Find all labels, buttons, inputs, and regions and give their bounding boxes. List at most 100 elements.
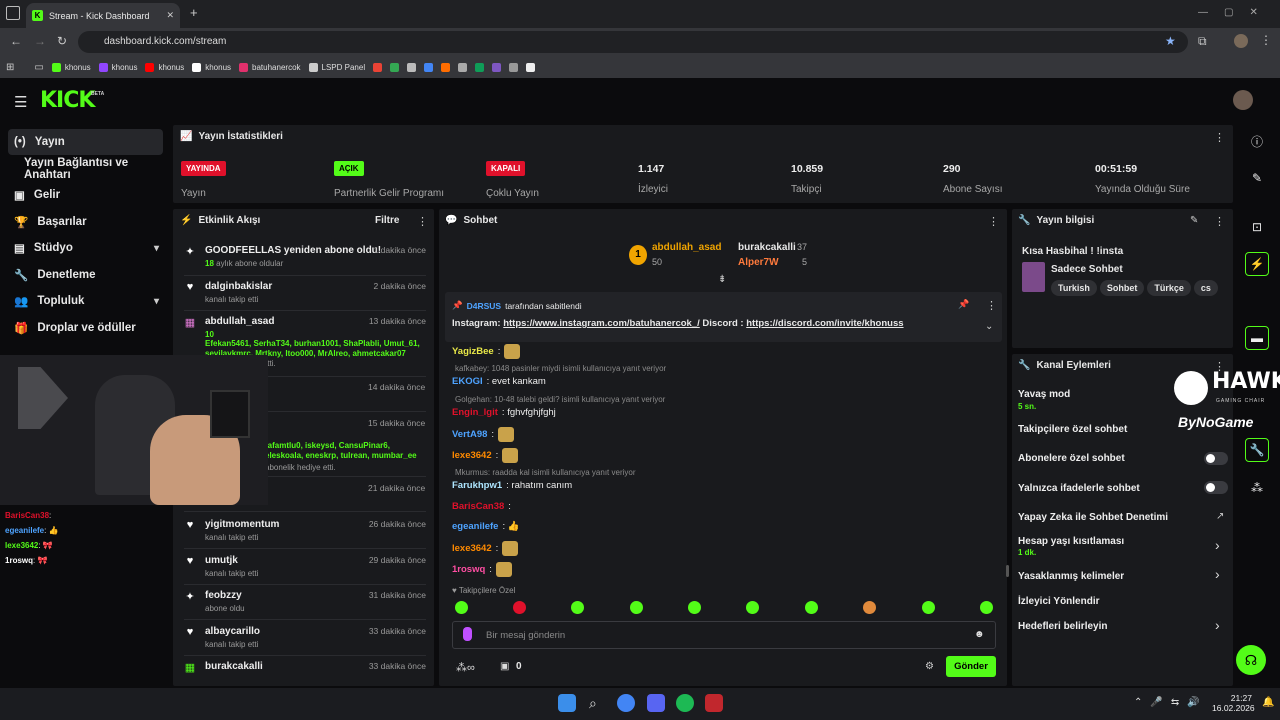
window-controls[interactable]: —▢✕ <box>1198 7 1274 18</box>
wrench-icon[interactable]: 🔧 <box>1245 438 1269 462</box>
close-tab-icon[interactable]: ✕ <box>166 10 174 21</box>
emote-button[interactable] <box>805 601 818 614</box>
subs-only-item[interactable]: Abonelere özel sohbet <box>1018 453 1125 464</box>
browser-menu-icon[interactable]: ⋮ <box>1260 33 1272 47</box>
goals-item[interactable]: Hedefleri belirleyin <box>1018 621 1107 632</box>
sidebar-item-studyo[interactable]: ▤ Stüdyo ▾ <box>8 235 163 261</box>
ext-icon[interactable] <box>458 62 468 72</box>
chevron-right-icon[interactable]: › <box>1215 537 1220 553</box>
bookmark-item[interactable]: batuhanercok <box>239 62 301 72</box>
support-icon[interactable]: ☊ <box>1236 645 1266 675</box>
emote-button[interactable] <box>863 601 876 614</box>
emote-only-toggle[interactable] <box>1204 481 1228 494</box>
followers-only-item[interactable]: Takipçilere özel sohbet <box>1018 424 1127 435</box>
emote-button[interactable] <box>688 601 701 614</box>
new-tab-icon[interactable]: + <box>190 5 198 20</box>
ext-icon[interactable] <box>509 62 519 72</box>
folder-icon[interactable]: ▭ <box>34 62 43 73</box>
screen-icon[interactable]: ⊡ <box>1245 215 1269 239</box>
stats-more-icon[interactable]: ⋮ <box>1214 131 1225 144</box>
bookmark-item[interactable]: khonus <box>98 62 137 72</box>
events-more-icon[interactable]: ⋮ <box>417 215 428 228</box>
back-icon[interactable]: ← <box>10 34 22 48</box>
mic-icon[interactable] <box>463 627 472 641</box>
ext-icon[interactable] <box>441 62 451 72</box>
sidebar-item-basarilar[interactable]: 🏆 Başarılar <box>8 209 163 235</box>
notification-icon[interactable]: 🔔 <box>1262 697 1274 708</box>
filter-button[interactable]: Filtre <box>375 215 399 226</box>
tag[interactable]: Türkçe <box>1147 280 1191 296</box>
send-button[interactable]: Gönder <box>946 656 996 677</box>
store-icon[interactable]: ▣ <box>500 661 509 672</box>
account-age-item[interactable]: Hesap yaşı kısıtlaması <box>1018 536 1124 547</box>
search-icon[interactable]: ⌕ <box>589 695 597 712</box>
notion-icon[interactable] <box>526 62 536 72</box>
spotify-icon[interactable] <box>676 694 694 712</box>
profile-avatar[interactable] <box>1234 34 1248 48</box>
emote-button[interactable] <box>922 601 935 614</box>
apps-icon[interactable]: ⊞ <box>6 62 14 73</box>
banned-words-item[interactable]: Yasaklanmış kelimeler <box>1018 571 1124 582</box>
settings-icon[interactable]: ⚙ <box>925 661 934 672</box>
bookmark-item[interactable]: LSPD Panel <box>308 62 365 72</box>
bookmark-item[interactable]: khonus <box>51 62 91 72</box>
edit-icon[interactable]: ✎ <box>1245 166 1269 190</box>
sidebar-item-droplar[interactable]: 🎁 Droplar ve ödüller <box>8 315 163 341</box>
forms-icon[interactable] <box>492 62 502 72</box>
kick-logo[interactable]: KICK <box>40 88 95 113</box>
translate-icon[interactable] <box>424 62 434 72</box>
app-icon[interactable] <box>705 694 723 712</box>
ai-moderation-item[interactable]: Yapay Zeka ile Sohbet Denetimi <box>1018 512 1168 523</box>
doc-icon[interactable] <box>407 62 417 72</box>
sidebar-item-stream-key[interactable]: Yayın Bağlantısı ve Anahtarı <box>8 156 173 182</box>
external-link-icon[interactable]: ↗ <box>1216 511 1224 522</box>
user-avatar[interactable] <box>1233 90 1253 110</box>
browser-tab[interactable]: K Stream - Kick Dashboard ✕ <box>26 3 180 28</box>
menu-icon[interactable]: ☰ <box>14 93 27 111</box>
sidebar-item-denetleme[interactable]: 🔧 Denetleme <box>8 262 163 288</box>
url-input[interactable]: dashboard.kick.com/stream <box>78 31 1188 53</box>
leader-name[interactable]: burakcakalli <box>738 242 796 253</box>
chrome-icon[interactable] <box>617 694 635 712</box>
emote-button[interactable] <box>513 601 526 614</box>
bookmark-item[interactable]: khonus <box>145 62 184 72</box>
collapse-leaderboard-icon[interactable]: ⇟ <box>718 274 726 285</box>
forward-icon[interactable]: → <box>34 34 46 48</box>
chat-more-icon[interactable]: ⋮ <box>988 215 999 228</box>
chevron-right-icon[interactable]: › <box>1215 566 1220 582</box>
subs-only-toggle[interactable] <box>1204 452 1228 465</box>
emote-button[interactable] <box>980 601 993 614</box>
bookmark-star-icon[interactable]: ★ <box>1165 34 1176 48</box>
reload-icon[interactable]: ↻ <box>57 34 67 48</box>
chat-scrollbar[interactable] <box>1006 565 1009 577</box>
extensions-icon[interactable]: ⧉ <box>1198 34 1207 49</box>
tag[interactable]: Sohbet <box>1099 280 1145 296</box>
sidebar-item-gelir[interactable]: ▣ Gelir <box>8 182 163 208</box>
raid-item[interactable]: İzleyici Yönlendir <box>1018 596 1100 607</box>
emote-button[interactable] <box>455 601 468 614</box>
sidebar-item-topluluk[interactable]: 👥 Topluluk ▾ <box>8 288 163 314</box>
discord-icon[interactable] <box>647 694 665 712</box>
bolt-icon[interactable]: ⚡ <box>1245 252 1269 276</box>
tab-search-icon[interactable] <box>6 6 20 20</box>
emote-button[interactable] <box>630 601 643 614</box>
pinned-more-icon[interactable]: ⋮ <box>986 299 997 312</box>
windows-start-icon[interactable] <box>558 694 576 712</box>
tray-icons[interactable]: ⌃🎤⇆🔊 <box>1134 697 1208 708</box>
bookmark-item[interactable]: khonus <box>192 62 231 72</box>
emote-button[interactable] <box>746 601 759 614</box>
slow-mode-item[interactable]: Yavaş mod <box>1018 389 1070 400</box>
sheets-icon[interactable] <box>475 62 485 72</box>
sidebar-item-yayin[interactable]: (•) Yayın <box>8 129 163 155</box>
emoji-icon[interactable]: ☻ <box>974 629 985 640</box>
stream-info-more-icon[interactable]: ⋮ <box>1214 215 1225 228</box>
points-icon[interactable]: ⁂∞ <box>456 661 475 674</box>
chat-icon[interactable]: ▬ <box>1245 326 1269 350</box>
gmail-icon[interactable] <box>373 62 383 72</box>
category-name[interactable]: Sadece Sohbet <box>1051 264 1123 275</box>
leader-name[interactable]: Alper7W <box>738 257 779 268</box>
chevron-right-icon[interactable]: › <box>1215 617 1220 633</box>
clock[interactable]: 21:27 16.02.2026 <box>1212 693 1255 713</box>
leader-name[interactable]: abdullah_asad <box>652 242 721 253</box>
emote-button[interactable] <box>571 601 584 614</box>
